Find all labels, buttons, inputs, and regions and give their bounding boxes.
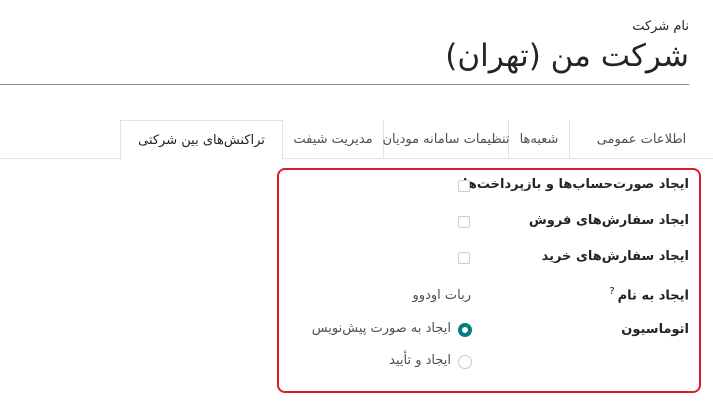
company-name-underline (0, 84, 689, 85)
automation-radio-draft[interactable] (458, 323, 472, 337)
tab-tax-system-settings[interactable]: تنظیمات سامانه مودیان (382, 120, 510, 159)
help-tooltip-icon[interactable]: ? (609, 286, 614, 297)
notebook-tabs: اطلاعات عمومی شعبه‌ها تنظیمات سامانه مود… (0, 120, 713, 160)
automation-label: اتوماسیون (621, 322, 689, 337)
create-purchase-orders-label: ایجاد سفارش‌های خرید (541, 249, 689, 264)
tab-intercompany-transactions[interactable]: تراکنش‌های بین شرکتی (120, 120, 283, 160)
automation-radio-validate[interactable] (458, 355, 472, 369)
create-sales-orders-checkbox[interactable] (458, 216, 470, 228)
create-sales-orders-label: ایجاد سفارش‌های فروش (528, 213, 689, 228)
tab-shift-management[interactable]: مدیریت شیفت (283, 120, 383, 159)
create-as-user-field[interactable]: ربات اودوو (413, 288, 471, 303)
highlight-box (277, 168, 701, 393)
create-as-label-text: ایجاد به نام (617, 288, 689, 304)
automation-option-draft-label[interactable]: ایجاد به صورت پیش‌نویس (312, 321, 451, 336)
company-name-input[interactable]: شرکت من (تهران) (445, 38, 689, 74)
company-name-label: نام شرکت (632, 19, 689, 34)
company-form: نام شرکت شرکت من (تهران) اطلاعات عمومی ش… (0, 0, 713, 401)
create-as-label: ایجاد به نام? (609, 286, 689, 303)
create-invoices-checkbox[interactable] (458, 180, 470, 192)
create-invoices-label: ایجاد صورت‌حساب‌ها و بازپرداخت‌ها (463, 177, 689, 192)
tab-branches[interactable]: شعبه‌ها (508, 120, 569, 159)
create-purchase-orders-checkbox[interactable] (458, 252, 470, 264)
automation-option-validate-label[interactable]: ایجاد و تأیید (389, 353, 451, 368)
tab-general-information[interactable]: اطلاعات عمومی (569, 120, 713, 159)
